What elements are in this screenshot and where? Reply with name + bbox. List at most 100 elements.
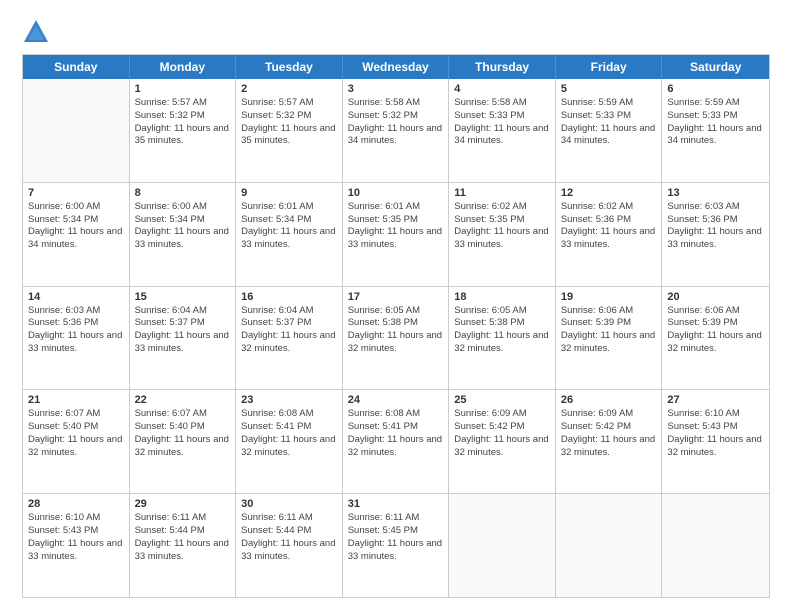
calendar-cell: 18Sunrise: 6:05 AMSunset: 5:38 PMDayligh…: [449, 287, 556, 390]
daylight-line: Daylight: 11 hours and 33 minutes.: [135, 226, 231, 252]
day-number: 11: [454, 187, 550, 199]
sunset-line: Sunset: 5:34 PM: [28, 214, 124, 227]
sunrise-line: Sunrise: 5:58 AM: [454, 97, 550, 110]
sunset-line: Sunset: 5:39 PM: [667, 317, 764, 330]
day-number: 21: [28, 394, 124, 406]
calendar-body: 1Sunrise: 5:57 AMSunset: 5:32 PMDaylight…: [23, 79, 769, 597]
calendar-cell: 31Sunrise: 6:11 AMSunset: 5:45 PMDayligh…: [343, 494, 450, 597]
calendar-week-5: 28Sunrise: 6:10 AMSunset: 5:43 PMDayligh…: [23, 493, 769, 597]
sunset-line: Sunset: 5:44 PM: [135, 525, 231, 538]
day-number: 26: [561, 394, 657, 406]
sunrise-line: Sunrise: 6:07 AM: [28, 408, 124, 421]
calendar-week-3: 14Sunrise: 6:03 AMSunset: 5:36 PMDayligh…: [23, 286, 769, 390]
daylight-line: Daylight: 11 hours and 32 minutes.: [241, 330, 337, 356]
calendar-cell: 23Sunrise: 6:08 AMSunset: 5:41 PMDayligh…: [236, 390, 343, 493]
sunrise-line: Sunrise: 6:03 AM: [28, 305, 124, 318]
sunset-line: Sunset: 5:34 PM: [135, 214, 231, 227]
header-day-tuesday: Tuesday: [236, 55, 343, 79]
sunset-line: Sunset: 5:34 PM: [241, 214, 337, 227]
sunrise-line: Sunrise: 6:10 AM: [667, 408, 764, 421]
day-number: 23: [241, 394, 337, 406]
calendar-cell: 11Sunrise: 6:02 AMSunset: 5:35 PMDayligh…: [449, 183, 556, 286]
day-number: 29: [135, 498, 231, 510]
calendar-cell: [556, 494, 663, 597]
day-number: 19: [561, 291, 657, 303]
daylight-line: Daylight: 11 hours and 32 minutes.: [561, 434, 657, 460]
day-number: 1: [135, 83, 231, 95]
calendar-cell: 29Sunrise: 6:11 AMSunset: 5:44 PMDayligh…: [130, 494, 237, 597]
header-day-saturday: Saturday: [662, 55, 769, 79]
sunrise-line: Sunrise: 6:06 AM: [667, 305, 764, 318]
logo-icon: [22, 18, 50, 46]
daylight-line: Daylight: 11 hours and 34 minutes.: [28, 226, 124, 252]
daylight-line: Daylight: 11 hours and 34 minutes.: [667, 123, 764, 149]
daylight-line: Daylight: 11 hours and 33 minutes.: [348, 538, 444, 564]
daylight-line: Daylight: 11 hours and 32 minutes.: [454, 434, 550, 460]
day-number: 10: [348, 187, 444, 199]
daylight-line: Daylight: 11 hours and 35 minutes.: [241, 123, 337, 149]
calendar-cell: 4Sunrise: 5:58 AMSunset: 5:33 PMDaylight…: [449, 79, 556, 182]
sunset-line: Sunset: 5:42 PM: [561, 421, 657, 434]
calendar-week-4: 21Sunrise: 6:07 AMSunset: 5:40 PMDayligh…: [23, 389, 769, 493]
sunrise-line: Sunrise: 6:11 AM: [241, 512, 337, 525]
sunset-line: Sunset: 5:35 PM: [348, 214, 444, 227]
sunset-line: Sunset: 5:32 PM: [241, 110, 337, 123]
sunrise-line: Sunrise: 6:07 AM: [135, 408, 231, 421]
calendar-week-2: 7Sunrise: 6:00 AMSunset: 5:34 PMDaylight…: [23, 182, 769, 286]
logo: [22, 18, 54, 46]
header-day-wednesday: Wednesday: [343, 55, 450, 79]
sunrise-line: Sunrise: 6:05 AM: [348, 305, 444, 318]
sunset-line: Sunset: 5:45 PM: [348, 525, 444, 538]
calendar-cell: [23, 79, 130, 182]
header-day-friday: Friday: [556, 55, 663, 79]
day-number: 15: [135, 291, 231, 303]
sunrise-line: Sunrise: 6:11 AM: [135, 512, 231, 525]
day-number: 27: [667, 394, 764, 406]
daylight-line: Daylight: 11 hours and 32 minutes.: [667, 434, 764, 460]
day-number: 31: [348, 498, 444, 510]
sunrise-line: Sunrise: 6:04 AM: [241, 305, 337, 318]
day-number: 5: [561, 83, 657, 95]
day-number: 7: [28, 187, 124, 199]
calendar-cell: 1Sunrise: 5:57 AMSunset: 5:32 PMDaylight…: [130, 79, 237, 182]
daylight-line: Daylight: 11 hours and 32 minutes.: [454, 330, 550, 356]
sunset-line: Sunset: 5:35 PM: [454, 214, 550, 227]
sunrise-line: Sunrise: 6:09 AM: [454, 408, 550, 421]
sunset-line: Sunset: 5:41 PM: [241, 421, 337, 434]
calendar-cell: [449, 494, 556, 597]
daylight-line: Daylight: 11 hours and 32 minutes.: [667, 330, 764, 356]
header-day-thursday: Thursday: [449, 55, 556, 79]
sunrise-line: Sunrise: 6:05 AM: [454, 305, 550, 318]
sunset-line: Sunset: 5:43 PM: [667, 421, 764, 434]
sunset-line: Sunset: 5:44 PM: [241, 525, 337, 538]
daylight-line: Daylight: 11 hours and 33 minutes.: [348, 226, 444, 252]
sunset-line: Sunset: 5:42 PM: [454, 421, 550, 434]
daylight-line: Daylight: 11 hours and 33 minutes.: [28, 538, 124, 564]
sunset-line: Sunset: 5:40 PM: [135, 421, 231, 434]
sunset-line: Sunset: 5:38 PM: [348, 317, 444, 330]
day-number: 9: [241, 187, 337, 199]
sunset-line: Sunset: 5:39 PM: [561, 317, 657, 330]
sunset-line: Sunset: 5:37 PM: [135, 317, 231, 330]
daylight-line: Daylight: 11 hours and 35 minutes.: [135, 123, 231, 149]
daylight-line: Daylight: 11 hours and 33 minutes.: [454, 226, 550, 252]
sunrise-line: Sunrise: 5:57 AM: [241, 97, 337, 110]
sunrise-line: Sunrise: 6:08 AM: [348, 408, 444, 421]
day-number: 4: [454, 83, 550, 95]
sunrise-line: Sunrise: 5:59 AM: [667, 97, 764, 110]
calendar-cell: 19Sunrise: 6:06 AMSunset: 5:39 PMDayligh…: [556, 287, 663, 390]
sunrise-line: Sunrise: 6:09 AM: [561, 408, 657, 421]
day-number: 3: [348, 83, 444, 95]
sunset-line: Sunset: 5:32 PM: [135, 110, 231, 123]
header-day-sunday: Sunday: [23, 55, 130, 79]
daylight-line: Daylight: 11 hours and 32 minutes.: [561, 330, 657, 356]
calendar-cell: 8Sunrise: 6:00 AMSunset: 5:34 PMDaylight…: [130, 183, 237, 286]
sunrise-line: Sunrise: 6:00 AM: [135, 201, 231, 214]
sunset-line: Sunset: 5:36 PM: [667, 214, 764, 227]
sunset-line: Sunset: 5:33 PM: [561, 110, 657, 123]
day-number: 28: [28, 498, 124, 510]
day-number: 25: [454, 394, 550, 406]
day-number: 22: [135, 394, 231, 406]
calendar-cell: 15Sunrise: 6:04 AMSunset: 5:37 PMDayligh…: [130, 287, 237, 390]
sunset-line: Sunset: 5:36 PM: [28, 317, 124, 330]
